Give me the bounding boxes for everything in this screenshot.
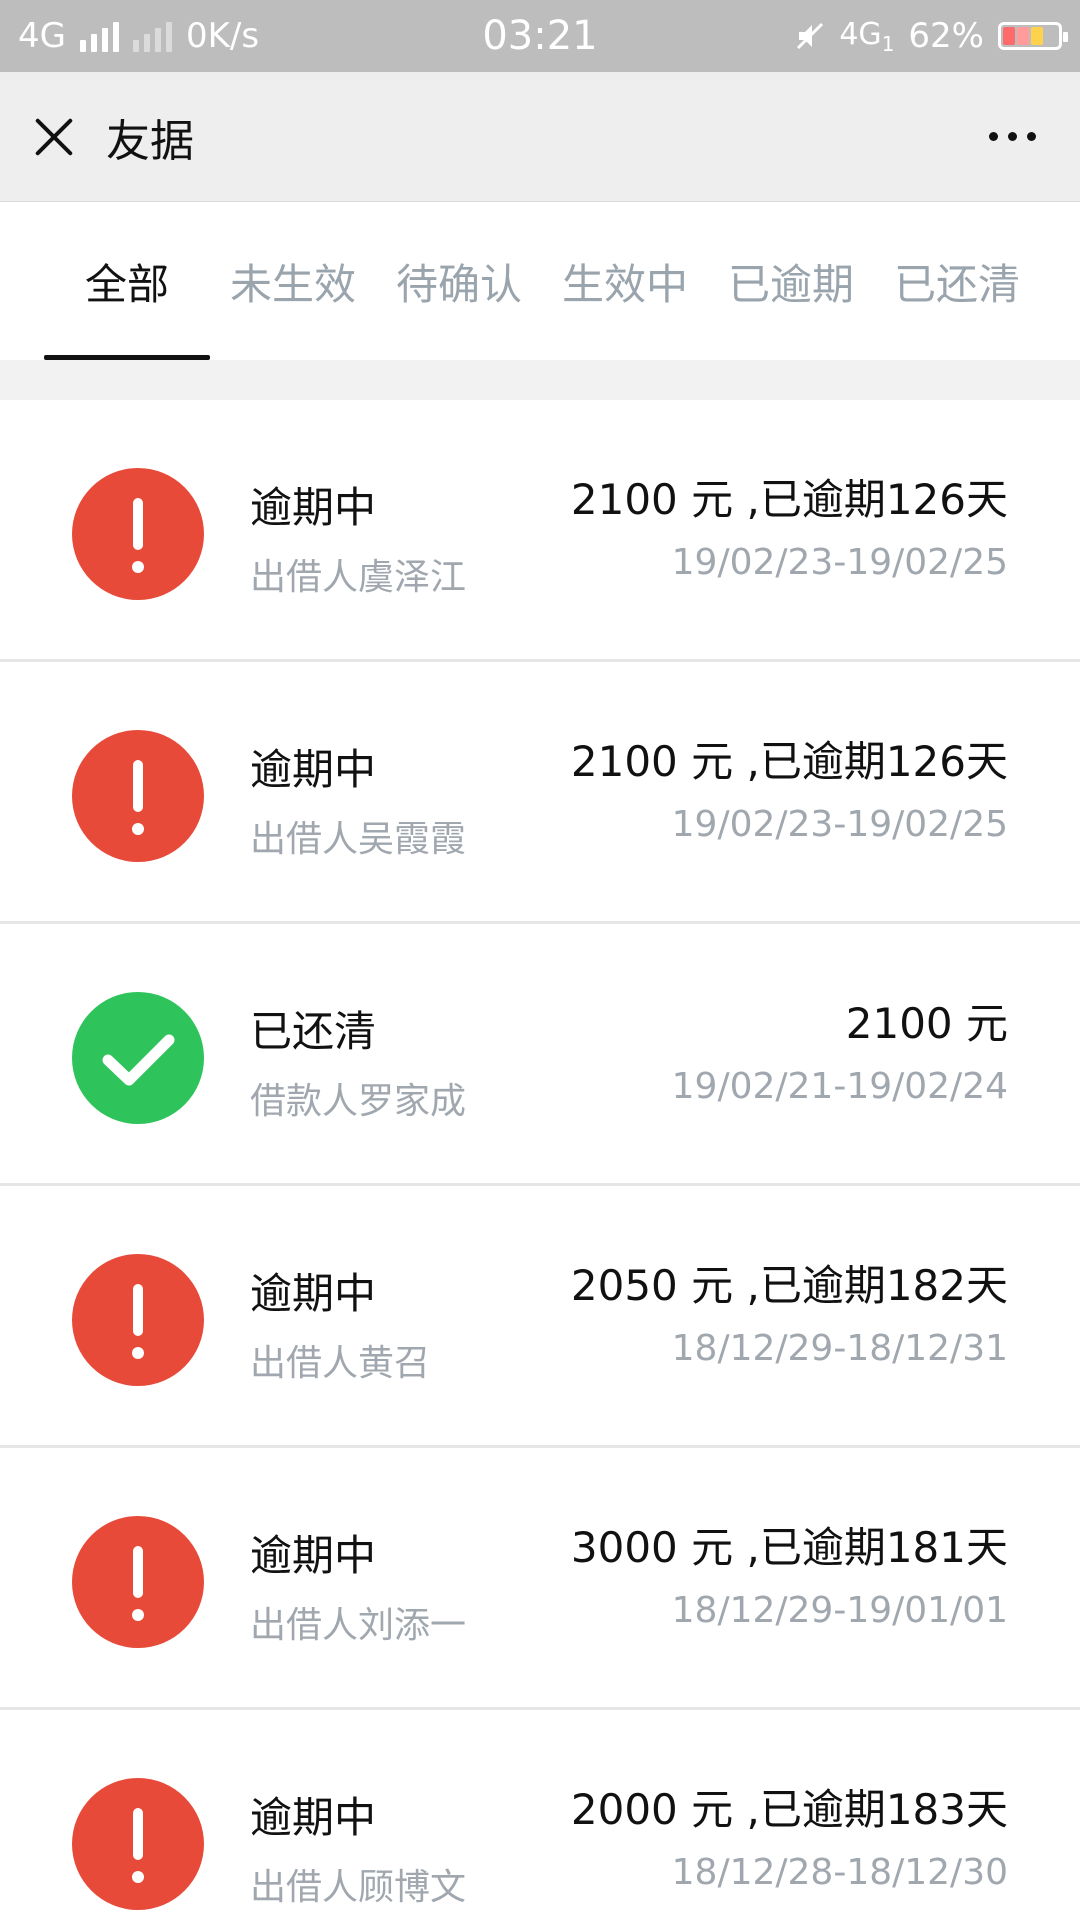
signal-secondary-icon <box>132 20 172 52</box>
network-right-sub: 1 <box>881 31 895 56</box>
exclamation-icon <box>72 730 204 862</box>
page-title: 友据 <box>106 115 194 167</box>
status-right: 4G1 62% <box>795 16 1068 56</box>
item-amount: 2100 元 ,已逾期126天 <box>570 475 1008 524</box>
item-person: 出借人顾博文 <box>250 1867 467 1908</box>
exclamation-icon <box>72 1254 204 1386</box>
item-status: 逾期中 <box>250 1531 377 1580</box>
mute-icon <box>797 22 824 50</box>
loan-list: 逾期中 出借人虞泽江 2100 元 ,已逾期126天 19/02/23-19/0… <box>0 400 1080 1920</box>
item-amount: 2100 元 <box>845 999 1008 1048</box>
exclamation-icon <box>72 1778 204 1910</box>
signal-icon <box>79 20 119 52</box>
filter-tabs: 全部 未生效 待确认 生效中 已逾期 已还清 <box>0 202 1080 360</box>
list-item[interactable]: 逾期中 出借人黄召 2050 元 ,已逾期182天 18/12/29-18/12… <box>0 1186 1080 1448</box>
tab-in-effect[interactable]: 生效中 <box>542 202 708 360</box>
list-item[interactable]: 逾期中 出借人顾博文 2000 元 ,已逾期183天 18/12/28-18/1… <box>0 1710 1080 1920</box>
check-icon <box>72 992 204 1124</box>
item-amount: 2000 元 ,已逾期183天 <box>570 1785 1008 1834</box>
item-person: 借款人罗家成 <box>250 1081 467 1122</box>
item-status: 已还清 <box>250 1007 377 1056</box>
item-person: 出借人虞泽江 <box>250 557 467 598</box>
item-amount: 2050 元 ,已逾期182天 <box>570 1261 1008 1310</box>
item-dates: 18/12/29-19/01/01 <box>671 1590 1008 1631</box>
battery-level: 62% <box>908 16 984 56</box>
nav-left: 友据 <box>28 105 194 169</box>
item-person: 出借人黄召 <box>250 1343 431 1384</box>
status-left: 4G 0K/s <box>18 16 259 56</box>
item-amount: 3000 元 ,已逾期181天 <box>570 1523 1008 1572</box>
network-label: 4G <box>18 16 66 56</box>
item-dates: 18/12/29-18/12/31 <box>671 1328 1008 1369</box>
section-gap <box>0 360 1080 400</box>
more-options-icon[interactable] <box>979 122 1046 151</box>
item-dates: 18/12/28-18/12/30 <box>671 1852 1008 1893</box>
item-dates: 19/02/23-19/02/25 <box>671 804 1008 845</box>
close-icon[interactable] <box>28 111 80 163</box>
tab-overdue[interactable]: 已逾期 <box>708 202 874 360</box>
item-dates: 19/02/21-19/02/24 <box>671 1066 1008 1107</box>
item-amount: 2100 元 ,已逾期126天 <box>570 737 1008 786</box>
list-item[interactable]: 逾期中 出借人吴霞霞 2100 元 ,已逾期126天 19/02/23-19/0… <box>0 662 1080 924</box>
exclamation-icon <box>72 1516 204 1648</box>
tab-not-effective[interactable]: 未生效 <box>210 202 376 360</box>
item-dates: 19/02/23-19/02/25 <box>671 542 1008 583</box>
app: 4G 0K/s 03:21 4G1 62% 友据 全部 未生效 待确认 生效中 … <box>0 0 1080 1920</box>
battery-icon <box>998 22 1068 50</box>
nav-bar: 友据 <box>0 72 1080 202</box>
item-status: 逾期中 <box>250 1269 377 1318</box>
tab-all[interactable]: 全部 <box>44 202 210 360</box>
item-status: 逾期中 <box>250 483 377 532</box>
item-status: 逾期中 <box>250 745 377 794</box>
exclamation-icon <box>72 468 204 600</box>
list-item[interactable]: 已还清 借款人罗家成 2100 元 19/02/21-19/02/24 <box>0 924 1080 1186</box>
list-item[interactable]: 逾期中 出借人刘添一 3000 元 ,已逾期181天 18/12/29-19/0… <box>0 1448 1080 1710</box>
list-item[interactable]: 逾期中 出借人虞泽江 2100 元 ,已逾期126天 19/02/23-19/0… <box>0 400 1080 662</box>
item-person: 出借人刘添一 <box>250 1605 467 1646</box>
tab-repaid[interactable]: 已还清 <box>874 202 1040 360</box>
tab-pending-confirm[interactable]: 待确认 <box>376 202 542 360</box>
item-status: 逾期中 <box>250 1793 377 1842</box>
network-right: 4G1 <box>839 16 895 56</box>
status-bar: 4G 0K/s 03:21 4G1 62% <box>0 0 1080 72</box>
network-speed: 0K/s <box>185 16 260 56</box>
item-person: 出借人吴霞霞 <box>250 819 467 860</box>
